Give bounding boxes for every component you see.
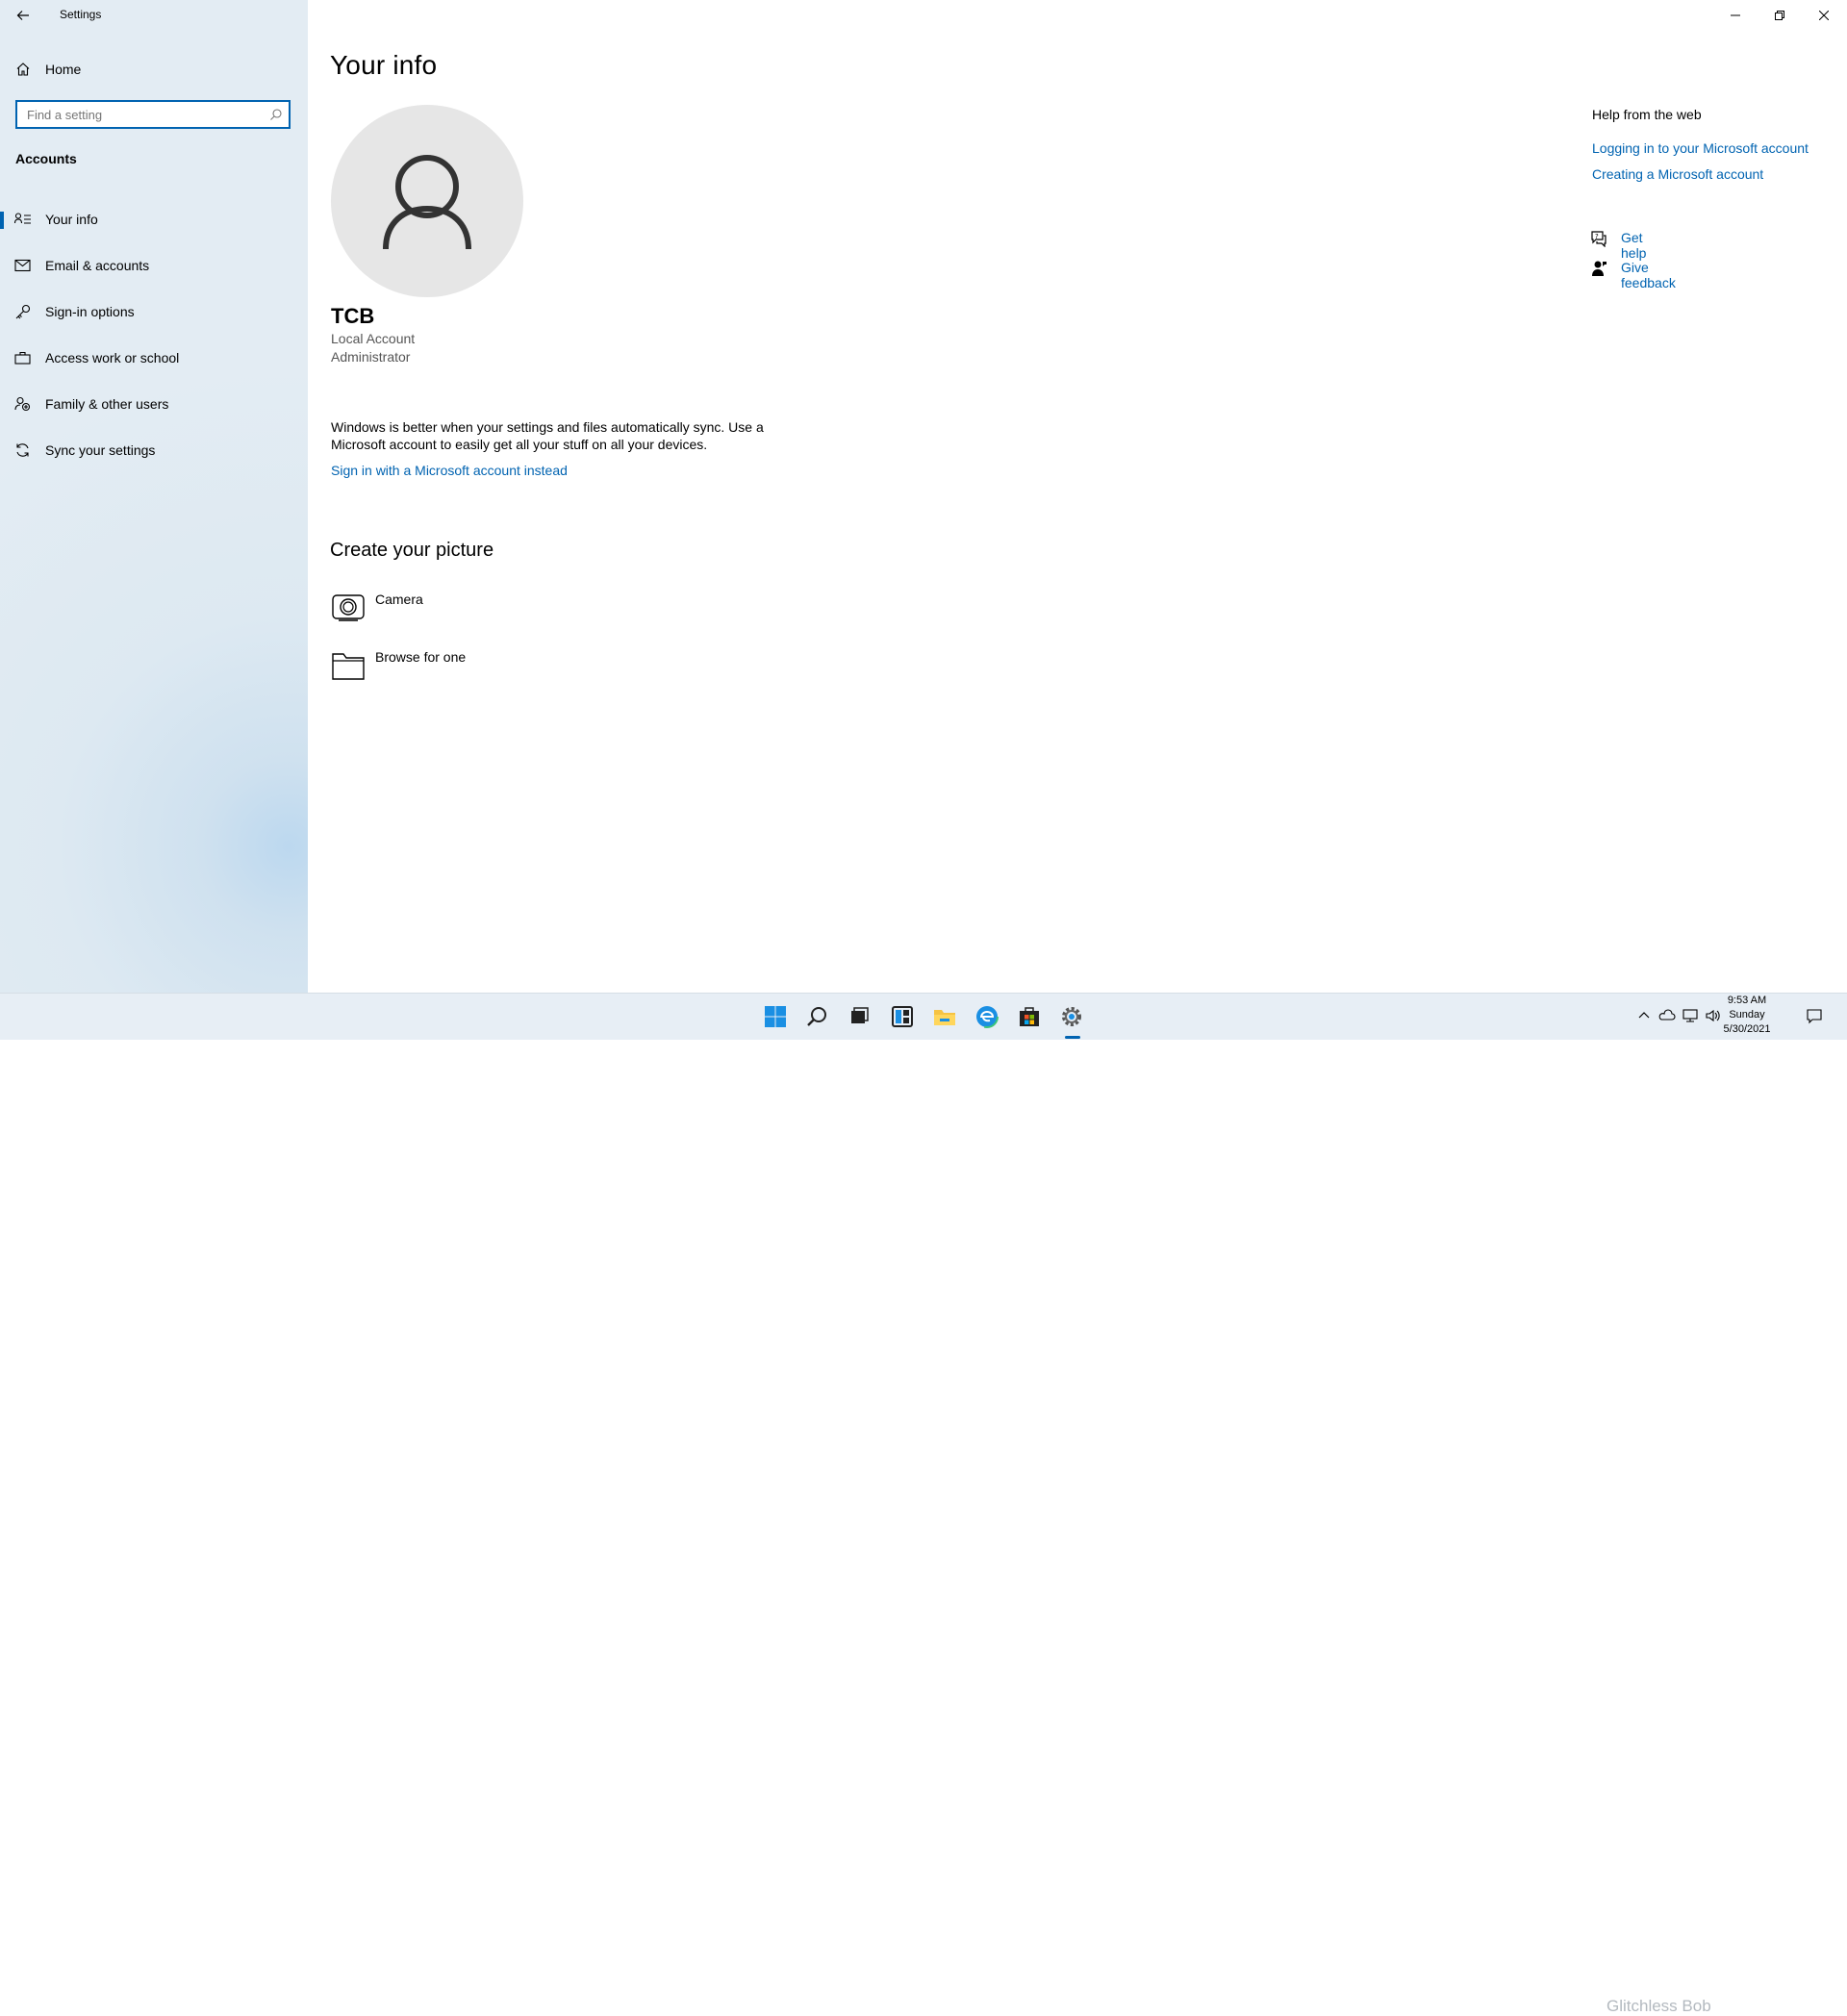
chat-help-icon: ? xyxy=(1591,231,1607,247)
help-link-logging-in[interactable]: Logging in to your Microsoft account xyxy=(1592,140,1809,156)
taskbar-settings[interactable] xyxy=(1056,1001,1087,1032)
sidebar-item-label: Your info xyxy=(45,212,98,227)
main-content: Your info TCB Local Account Administrato… xyxy=(308,0,1847,993)
camera-option-label: Camera xyxy=(375,592,423,607)
camera-option[interactable]: Camera xyxy=(331,592,523,630)
task-view-icon xyxy=(851,1007,869,1023)
add-user-icon xyxy=(14,396,31,412)
sidebar-item-sign-in-options[interactable]: Sign-in options xyxy=(0,292,308,331)
contact-info-icon xyxy=(14,213,31,224)
sync-message: Windows is better when your settings and… xyxy=(331,419,764,452)
sidebar-item-your-info[interactable]: Your info xyxy=(0,200,308,239)
clock-date: 5/30/2021 xyxy=(1723,1023,1771,1035)
key-icon xyxy=(15,304,31,319)
sidebar-home[interactable]: Home xyxy=(0,54,308,85)
mail-icon xyxy=(14,259,31,272)
taskbar-edge[interactable] xyxy=(972,1001,1002,1032)
sidebar: Settings Home Accounts Your info Email &… xyxy=(0,0,308,993)
help-link-creating-account[interactable]: Creating a Microsoft account xyxy=(1592,166,1763,182)
sync-icon xyxy=(16,443,29,457)
help-title: Help from the web xyxy=(1592,107,1702,122)
page-title: Your info xyxy=(330,50,438,80)
clock-time: 9:53 AM xyxy=(1727,995,1767,1006)
network-icon[interactable] xyxy=(1682,1007,1699,1024)
search-box[interactable] xyxy=(15,100,291,129)
watermark: Glitchless Bob xyxy=(1607,1997,1711,2015)
app-title: Settings xyxy=(60,8,102,21)
home-icon xyxy=(16,63,30,76)
sidebar-home-label: Home xyxy=(45,62,82,77)
sidebar-item-label: Sync your settings xyxy=(45,442,156,458)
close-icon xyxy=(1819,11,1829,20)
sidebar-item-label: Family & other users xyxy=(45,396,169,412)
file-explorer-icon xyxy=(934,1010,955,1025)
account-role: Administrator xyxy=(331,349,411,365)
onedrive-icon[interactable] xyxy=(1658,1007,1676,1024)
notification-icon[interactable] xyxy=(1806,1007,1823,1024)
get-help-label: Get help xyxy=(1621,230,1647,261)
clock-day: Sunday xyxy=(1729,1009,1765,1021)
settings-icon xyxy=(1062,1007,1081,1026)
avatar xyxy=(331,105,523,297)
sidebar-item-email-accounts[interactable]: Email & accounts xyxy=(0,246,308,285)
taskbar-search[interactable] xyxy=(802,1001,833,1032)
sidebar-item-access-work-school[interactable]: Access work or school xyxy=(0,339,308,377)
minimize-button[interactable] xyxy=(1713,0,1758,31)
widgets-icon xyxy=(892,1006,913,1027)
account-type: Local Account xyxy=(331,331,416,346)
camera-icon xyxy=(332,594,365,621)
close-button[interactable] xyxy=(1802,0,1846,31)
user-icon xyxy=(383,155,471,250)
sidebar-item-sync-settings[interactable]: Sync your settings xyxy=(0,431,308,469)
store-icon xyxy=(1020,1007,1039,1026)
back-button[interactable] xyxy=(10,2,37,29)
search-icon[interactable] xyxy=(269,108,283,121)
browse-option[interactable]: Browse for one xyxy=(331,649,523,688)
restore-button[interactable] xyxy=(1758,0,1802,31)
sidebar-item-family-other-users[interactable]: Family & other users xyxy=(0,385,308,423)
browse-option-label: Browse for one xyxy=(375,649,467,665)
briefcase-icon xyxy=(14,351,31,365)
taskbar-widgets[interactable] xyxy=(887,1001,918,1032)
back-arrow-icon xyxy=(16,11,29,20)
taskbar-clock[interactable]: 9:53 AM Sunday 5/30/2021 xyxy=(1708,994,1785,1037)
sidebar-section-title: Accounts xyxy=(15,151,77,166)
user-name: TCB xyxy=(331,304,375,328)
sidebar-item-label: Email & accounts xyxy=(45,258,150,273)
search-icon xyxy=(807,1007,826,1026)
taskbar-store[interactable] xyxy=(1014,1001,1045,1032)
start-icon xyxy=(765,1006,786,1027)
folder-icon xyxy=(332,653,365,680)
taskbar-start[interactable] xyxy=(760,1001,791,1032)
sidebar-item-label: Sign-in options xyxy=(45,304,135,319)
taskbar: Glitchless Bob 9:53 AM Sunday 5/30/2021 xyxy=(0,993,1847,2015)
taskbar-task-view[interactable] xyxy=(844,1001,874,1032)
feedback-icon xyxy=(1592,261,1607,276)
taskbar-file-explorer[interactable] xyxy=(929,1001,960,1032)
sign-in-microsoft-link[interactable]: Sign in with a Microsoft account instead xyxy=(331,463,568,478)
edge-icon xyxy=(975,1005,999,1028)
minimize-icon xyxy=(1731,14,1740,16)
give-feedback-label: Give feedback xyxy=(1621,260,1676,290)
search-input[interactable] xyxy=(17,102,258,127)
create-picture-title: Create your picture xyxy=(330,540,494,561)
chevron-up-icon[interactable] xyxy=(1635,1007,1653,1024)
restore-icon xyxy=(1775,11,1784,20)
svg-text:?: ? xyxy=(1595,233,1599,240)
sidebar-item-label: Access work or school xyxy=(45,350,180,365)
